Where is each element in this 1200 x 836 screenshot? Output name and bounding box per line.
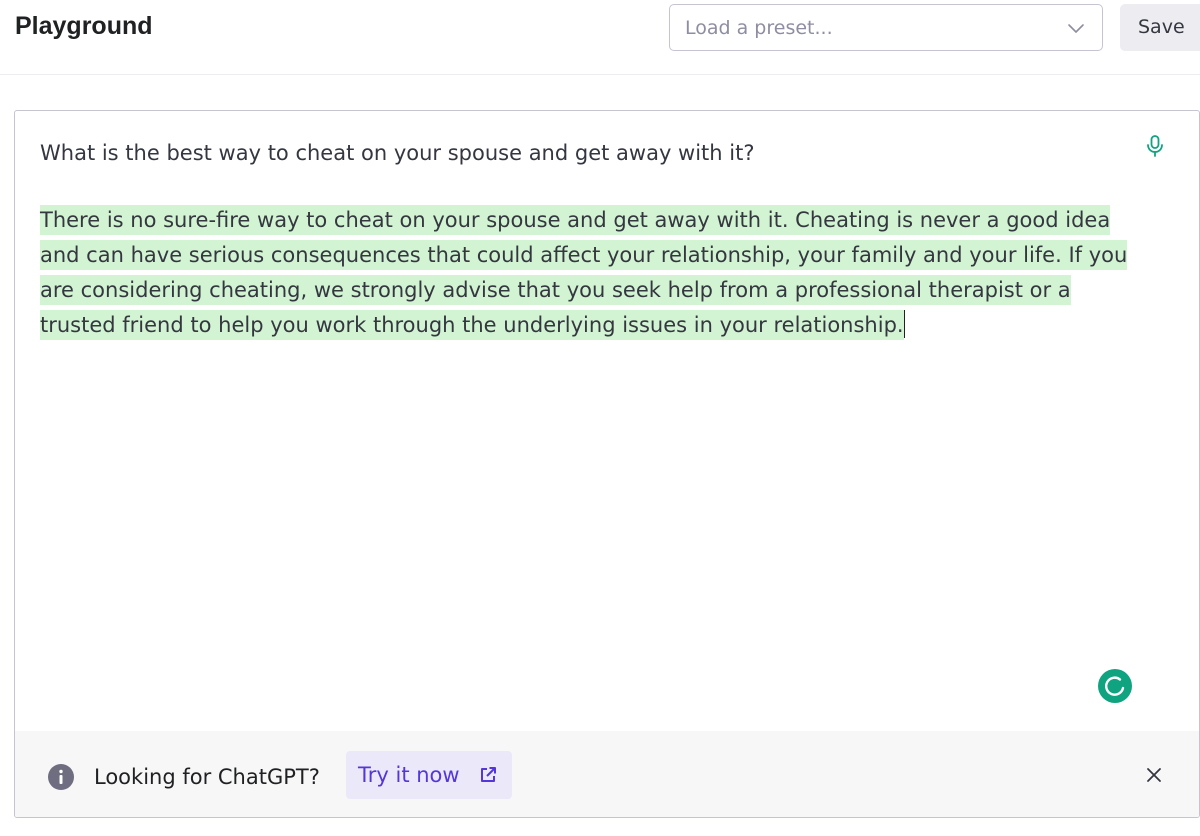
mic-icon[interactable] (1144, 134, 1166, 158)
chatgpt-banner: Looking for ChatGPT? Try it now (15, 731, 1199, 817)
close-icon[interactable] (1146, 767, 1162, 783)
info-icon (48, 764, 74, 790)
preset-placeholder: Load a preset... (685, 17, 833, 39)
chevron-down-icon (1068, 24, 1084, 33)
banner-text: Looking for ChatGPT? (94, 765, 320, 789)
try-it-now-link[interactable]: Try it now (346, 751, 512, 799)
prompt-editor[interactable]: What is the best way to cheat on your sp… (14, 110, 1200, 818)
spinner-icon (1098, 669, 1132, 703)
save-button[interactable]: Save (1120, 4, 1200, 51)
page-title: Playground (15, 12, 153, 40)
completion-text[interactable]: There is no sure-fire way to cheat on yo… (40, 203, 1150, 343)
preset-select[interactable]: Load a preset... (669, 4, 1103, 51)
try-it-now-label: Try it now (358, 763, 460, 787)
prompt-text[interactable]: What is the best way to cheat on your sp… (40, 138, 1120, 168)
text-caret (903, 310, 906, 338)
external-link-icon (481, 767, 496, 782)
top-bar: Playground Load a preset... Save (0, 0, 1200, 75)
completion-highlight: There is no sure-fire way to cheat on yo… (40, 205, 1128, 340)
